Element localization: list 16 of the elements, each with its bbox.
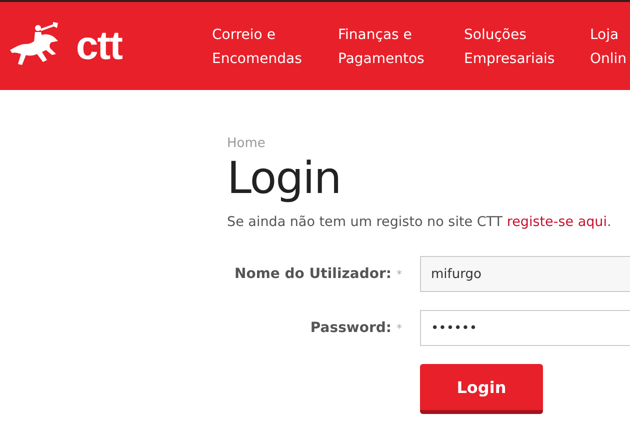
username-field[interactable]: mifurgo (420, 256, 630, 292)
nav-link[interactable]: Correio e Encomendas (212, 21, 322, 71)
logo-text: ctt (76, 24, 122, 68)
register-sentence: Se ainda não tem um registo no site CTT registe-se aqui. (227, 214, 612, 230)
field-label: Password: (310, 320, 392, 336)
required-marker: * (396, 268, 402, 280)
required-marker: * (396, 322, 402, 334)
field-label: Nome do Utilizador: (234, 266, 392, 282)
page-title: Login (227, 153, 342, 204)
nav-link[interactable]: Loja Onlin (590, 21, 630, 71)
nav-link[interactable]: Finanças e Pagamentos (338, 21, 448, 71)
breadcrumb-link[interactable]: Home (227, 136, 266, 151)
password-field[interactable]: •••••• (420, 310, 630, 346)
login-button[interactable]: Login (420, 364, 543, 414)
nav-link[interactable]: Soluções Empresariais (464, 21, 574, 71)
register-link[interactable]: registe-se aqui (506, 214, 607, 230)
